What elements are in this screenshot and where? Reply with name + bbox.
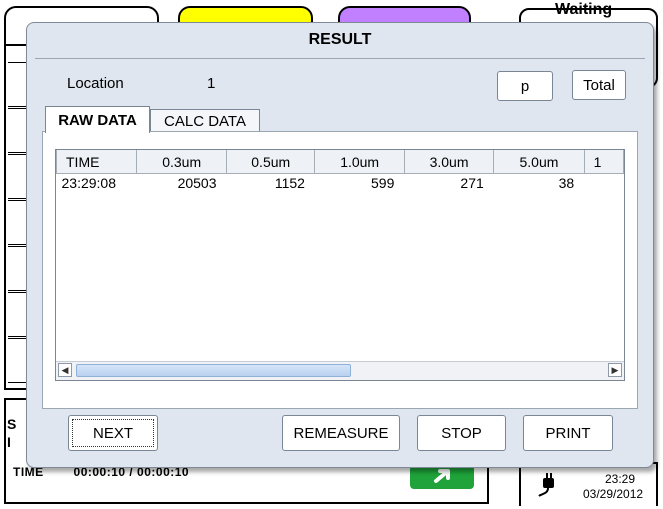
total-button[interactable]: Total (572, 70, 626, 100)
table-cell: 38 (558, 175, 575, 191)
table-cell: 271 (460, 175, 484, 191)
data-table: TIME 0.3um 0.5um 1.0um 3.0um 5.0um 1 23:… (56, 150, 624, 192)
p-button[interactable]: p (497, 71, 553, 101)
column-header-5-0um[interactable]: 5.0um (493, 150, 585, 174)
column-header-0-3um[interactable]: 0.3um (136, 150, 228, 174)
tab-raw-data[interactable]: RAW DATA (45, 106, 150, 133)
result-dialog: RESULT Location 1 p Total RAW DATA CALC … (26, 22, 654, 468)
scroll-thumb[interactable] (76, 364, 351, 377)
scroll-right-icon[interactable]: ▶ (608, 363, 622, 377)
table-cell: 20503 (177, 175, 217, 191)
raw-data-panel: TIME 0.3um 0.5um 1.0um 3.0um 5.0um 1 23:… (42, 131, 638, 409)
clock-date: 03/29/2012 (583, 487, 644, 501)
table-cell: 23:29:08 (61, 175, 117, 191)
table-cell (584, 174, 623, 193)
column-header-truncated[interactable]: 1 (583, 150, 624, 174)
status-letter-bottom: I (7, 434, 11, 450)
power-plug-icon (537, 472, 557, 501)
location-label: Location (67, 75, 124, 92)
title-divider (35, 58, 645, 59)
next-button[interactable]: NEXT (68, 415, 158, 451)
table-cell: 599 (371, 175, 395, 191)
clock-panel: 23:29 03/29/2012 (519, 462, 658, 506)
waiting-status-text: Waiting (555, 1, 613, 18)
start-arrow-icon[interactable] (410, 465, 474, 489)
data-grid[interactable]: TIME 0.3um 0.5um 1.0um 3.0um 5.0um 1 23:… (55, 149, 625, 381)
column-header-time[interactable]: TIME (56, 150, 138, 174)
table-cell: 1152 (274, 175, 305, 191)
tab-calc-data[interactable]: CALC DATA (150, 109, 260, 132)
dialog-title: RESULT (308, 31, 372, 48)
table-row[interactable]: 23:29:08 20503 1152 599 271 38 (57, 174, 624, 193)
horizontal-scrollbar[interactable]: ◀ ▶ (56, 361, 624, 380)
table-header-row: TIME 0.3um 0.5um 1.0um 3.0um 5.0um 1 (56, 150, 624, 174)
scroll-left-icon[interactable]: ◀ (58, 363, 72, 377)
status-letter-top: S (7, 416, 17, 432)
column-header-3-0um[interactable]: 3.0um (403, 150, 495, 174)
location-value: 1 (207, 75, 216, 92)
column-header-0-5um[interactable]: 0.5um (226, 150, 316, 174)
clock-time: 23:29 (605, 472, 636, 486)
column-header-1-0um[interactable]: 1.0um (314, 150, 405, 174)
stop-button[interactable]: STOP (417, 415, 506, 451)
print-button[interactable]: PRINT (523, 415, 613, 451)
remeasure-button[interactable]: REMEASURE (282, 415, 400, 451)
